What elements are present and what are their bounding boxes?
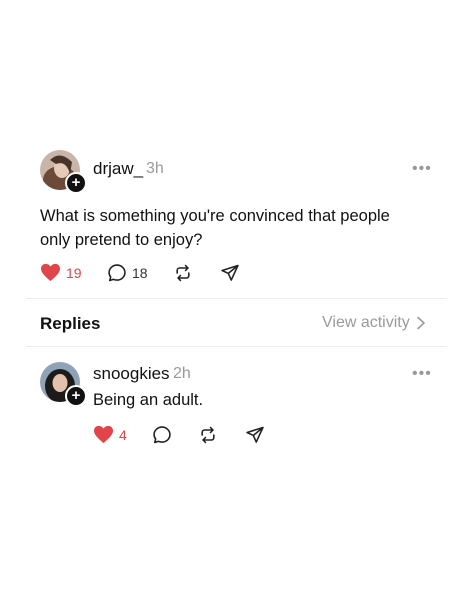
comment-icon [108, 264, 126, 282]
view-activity-link[interactable]: View activity [322, 314, 427, 332]
repost-icon [201, 426, 215, 444]
view-activity-label: View activity [322, 314, 410, 331]
reply-username[interactable]: snoogkies [93, 364, 170, 384]
like-count: 19 [66, 264, 82, 281]
replies-heading: Replies [40, 314, 101, 333]
post-username[interactable]: drjaw_ [93, 159, 143, 179]
reply-timestamp: 2h [173, 365, 191, 382]
comment-icon [153, 426, 171, 444]
follow-plus-icon[interactable]: + [65, 172, 87, 194]
reply-text: Being an adult. [93, 391, 204, 409]
share-button[interactable] [220, 263, 240, 283]
comment-button[interactable]: 18 [107, 263, 148, 283]
repost-button[interactable] [173, 263, 193, 283]
like-count: 4 [119, 426, 127, 443]
share-button[interactable] [245, 425, 265, 445]
divider [26, 346, 447, 347]
post-text-line1: What is something you're convinced that … [40, 207, 390, 225]
divider [26, 298, 447, 299]
more-options-icon[interactable]: ••• [412, 160, 432, 178]
comment-count: 18 [132, 265, 148, 281]
send-icon [221, 264, 239, 281]
send-icon [246, 426, 264, 443]
heart-filled-icon [41, 263, 60, 282]
post-text-line2: only pretend to enjoy? [40, 231, 203, 249]
repost-icon [176, 264, 190, 282]
comment-button[interactable] [152, 425, 172, 445]
follow-plus-icon[interactable]: + [65, 385, 87, 407]
post-timestamp: 3h [146, 160, 164, 177]
like-button[interactable]: 4 [93, 425, 127, 444]
repost-button[interactable] [198, 425, 218, 445]
like-button[interactable]: 19 [40, 263, 82, 282]
chevron-right-icon [416, 316, 425, 330]
heart-filled-icon [94, 425, 113, 444]
more-options-icon[interactable]: ••• [412, 365, 432, 383]
